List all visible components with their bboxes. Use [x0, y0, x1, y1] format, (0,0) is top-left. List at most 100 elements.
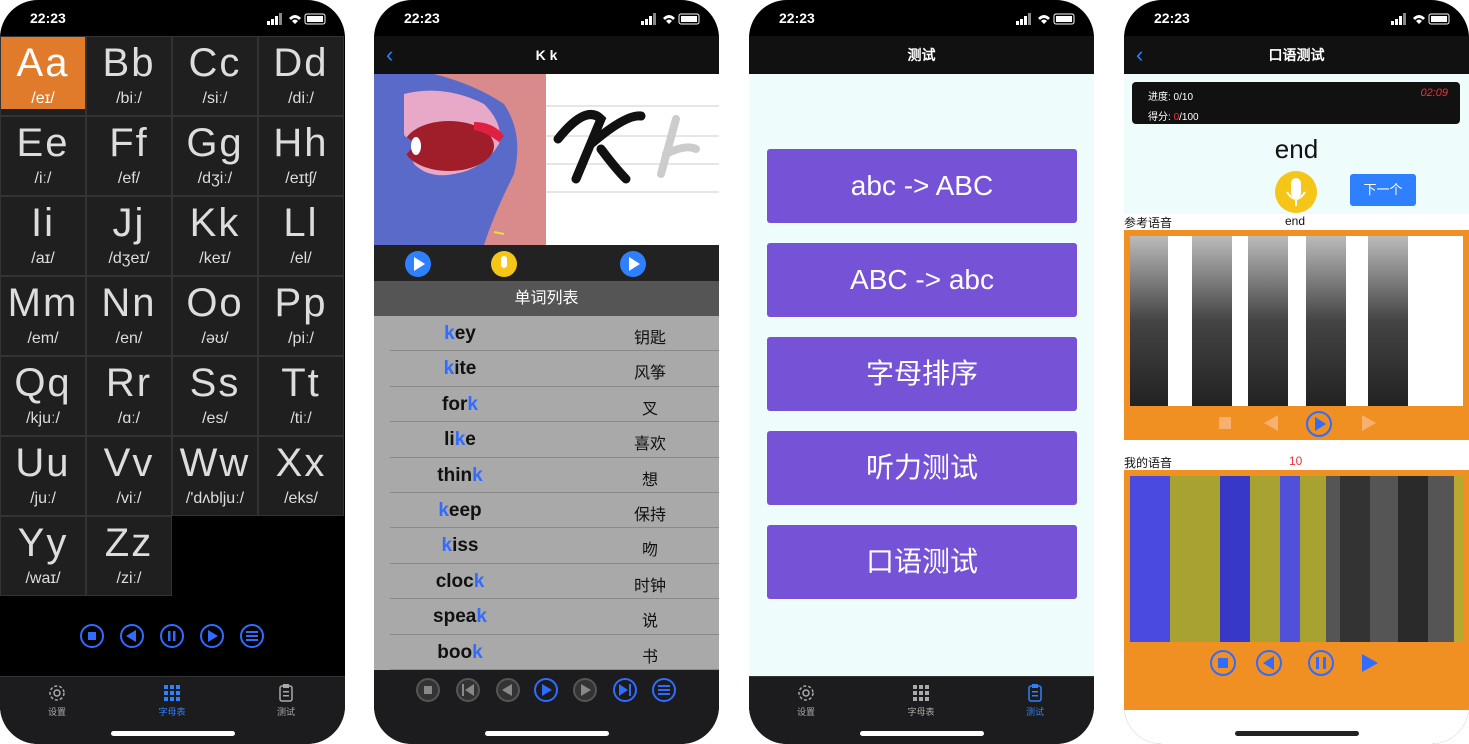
tab-test[interactable]: 测试: [1005, 683, 1065, 718]
word-row[interactable]: key 钥匙: [390, 316, 719, 352]
letter-text: Zz: [104, 521, 154, 565]
word-row[interactable]: fork 叉: [390, 387, 719, 423]
word-part-hl: k: [438, 500, 449, 521]
word-row[interactable]: kite 风筝: [390, 351, 719, 387]
letter-text: Uu: [15, 441, 71, 485]
word-english: think: [390, 465, 530, 487]
letter-cell[interactable]: Oo/əʊ/: [172, 276, 258, 356]
record-button[interactable]: [490, 250, 518, 283]
letter-cell[interactable]: Ii/aɪ/: [0, 196, 86, 276]
word-row[interactable]: clock 时钟: [390, 564, 719, 600]
play-button[interactable]: [534, 678, 558, 702]
letter-cell[interactable]: Zz/ziː/: [86, 516, 172, 596]
test-upper-to-lower-button[interactable]: ABC -> abc: [767, 243, 1077, 317]
tab-alphabet[interactable]: 字母表: [891, 683, 951, 718]
back-chevron-icon[interactable]: ‹: [386, 36, 393, 74]
next-word-button[interactable]: 下一个: [1350, 174, 1416, 206]
word-english: kiss: [390, 535, 530, 557]
tab-settings[interactable]: 设置: [776, 683, 836, 718]
letter-cell[interactable]: Ss/es/: [172, 356, 258, 436]
score-text: 得分: 0/100: [1148, 108, 1199, 123]
letter-cell[interactable]: Ff/ef/: [86, 116, 172, 196]
ref-next-button[interactable]: [1358, 412, 1380, 439]
tab-alphabet-label: 字母表: [158, 707, 186, 717]
word-row[interactable]: kiss 吻: [390, 528, 719, 564]
letter-cell[interactable]: Pp/piː/: [258, 276, 344, 356]
my-pause-button[interactable]: [1308, 650, 1334, 681]
ref-spectrogram-image: [1130, 236, 1463, 406]
ref-play-button[interactable]: [1306, 411, 1332, 442]
status-time: 22:23: [779, 10, 815, 26]
word-row[interactable]: keep 保持: [390, 493, 719, 529]
phone-alphabet: 22:23 Aa/eɪ/Bb/biː/Cc/siː/Dd/diː/Ee/iː/F…: [0, 0, 345, 744]
phonetic-text: /es/: [202, 410, 228, 427]
word-part-post: ite: [454, 358, 477, 380]
my-spectrogram: [1124, 470, 1469, 710]
word-english: book: [390, 642, 530, 664]
first-button[interactable]: [456, 678, 480, 702]
ref-prev-button[interactable]: [1260, 412, 1282, 439]
letter-cell[interactable]: Rr/ɑː/: [86, 356, 172, 436]
list-button[interactable]: [652, 678, 676, 702]
letter-cell[interactable]: Gg/dʒiː/: [172, 116, 258, 196]
phonetic-text: /ɑː/: [117, 410, 141, 427]
letter-cell[interactable]: Nn/en/: [86, 276, 172, 356]
letter-cell[interactable]: Bb/biː/: [86, 36, 172, 116]
test-listening-button[interactable]: 听力测试: [767, 431, 1077, 505]
phonetic-text: /biː/: [116, 90, 142, 107]
my-prev-button[interactable]: [1256, 650, 1282, 681]
test-lower-to-upper-button[interactable]: abc -> ABC: [767, 149, 1077, 223]
phonetic-text: /'dʌbljuː/: [185, 490, 245, 507]
letter-cell[interactable]: Ww /'dʌbljuː/: [172, 436, 258, 516]
letter-cell[interactable]: Aa/eɪ/: [0, 36, 86, 116]
word-chinese: 钥匙: [633, 330, 666, 347]
word-row[interactable]: like 喜欢: [390, 422, 719, 458]
prev-button[interactable]: [120, 624, 144, 648]
letter-cell[interactable]: Hh/eɪtʃ/: [258, 116, 344, 196]
my-stop-button[interactable]: [1210, 650, 1236, 681]
pause-button[interactable]: [160, 624, 184, 648]
letter-cell[interactable]: Ee/iː/: [0, 116, 86, 196]
letter-cell[interactable]: Vv/viː/: [86, 436, 172, 516]
play-writing-button[interactable]: [619, 250, 647, 283]
letter-cell[interactable]: Kk/keɪ/: [172, 196, 258, 276]
letter-cell[interactable]: Ll/el/: [258, 196, 344, 276]
letter-cell[interactable]: Uu/juː/: [0, 436, 86, 516]
word-row[interactable]: think 想: [390, 458, 719, 493]
my-play-button[interactable]: [1356, 650, 1382, 681]
word-row[interactable]: speak 说: [390, 599, 719, 635]
letter-text: Ii: [31, 201, 55, 245]
prev-button[interactable]: [496, 678, 520, 702]
letter-cell[interactable]: Qq/kjuː/: [0, 356, 86, 436]
back-chevron-icon[interactable]: ‹: [1136, 36, 1143, 74]
play-sound-button[interactable]: [404, 250, 432, 283]
letter-text: Aa: [1, 37, 85, 89]
tab-test[interactable]: 测试: [256, 683, 316, 718]
letter-text: Jj: [112, 201, 146, 245]
letter-text: Hh: [273, 121, 329, 165]
test-speaking-button[interactable]: 口语测试: [767, 525, 1077, 599]
letter-cell[interactable]: Dd/diː/: [258, 36, 344, 116]
letter-cell[interactable]: Xx/eks/: [258, 436, 344, 516]
stop-button[interactable]: [80, 624, 104, 648]
letter-cell[interactable]: Mm/em/: [0, 276, 86, 356]
letter-cell[interactable]: Yy/waɪ/: [0, 516, 86, 596]
tab-settings[interactable]: 设置: [27, 683, 87, 718]
next-button[interactable]: [200, 624, 224, 648]
next-button[interactable]: [573, 678, 597, 702]
tab-alphabet[interactable]: 字母表: [142, 683, 202, 718]
word-row[interactable]: book 书: [390, 635, 719, 670]
letter-text: Rr: [105, 361, 153, 405]
list-button[interactable]: [240, 624, 264, 648]
phonetic-text: /diː/: [288, 90, 314, 107]
page-title: 口语测试: [1268, 47, 1325, 63]
mic-button[interactable]: [1274, 170, 1318, 219]
ref-stop-button[interactable]: [1214, 412, 1236, 439]
test-letter-order-button[interactable]: 字母排序: [767, 337, 1077, 411]
letter-cell[interactable]: Jj/dʒeɪ/: [86, 196, 172, 276]
letter-cell[interactable]: Cc/siː/: [172, 36, 258, 116]
letter-cell[interactable]: Tt/tiː/: [258, 356, 344, 436]
stop-button[interactable]: [416, 678, 440, 702]
phonetic-text: /el/: [290, 250, 312, 267]
last-button[interactable]: [613, 678, 637, 702]
